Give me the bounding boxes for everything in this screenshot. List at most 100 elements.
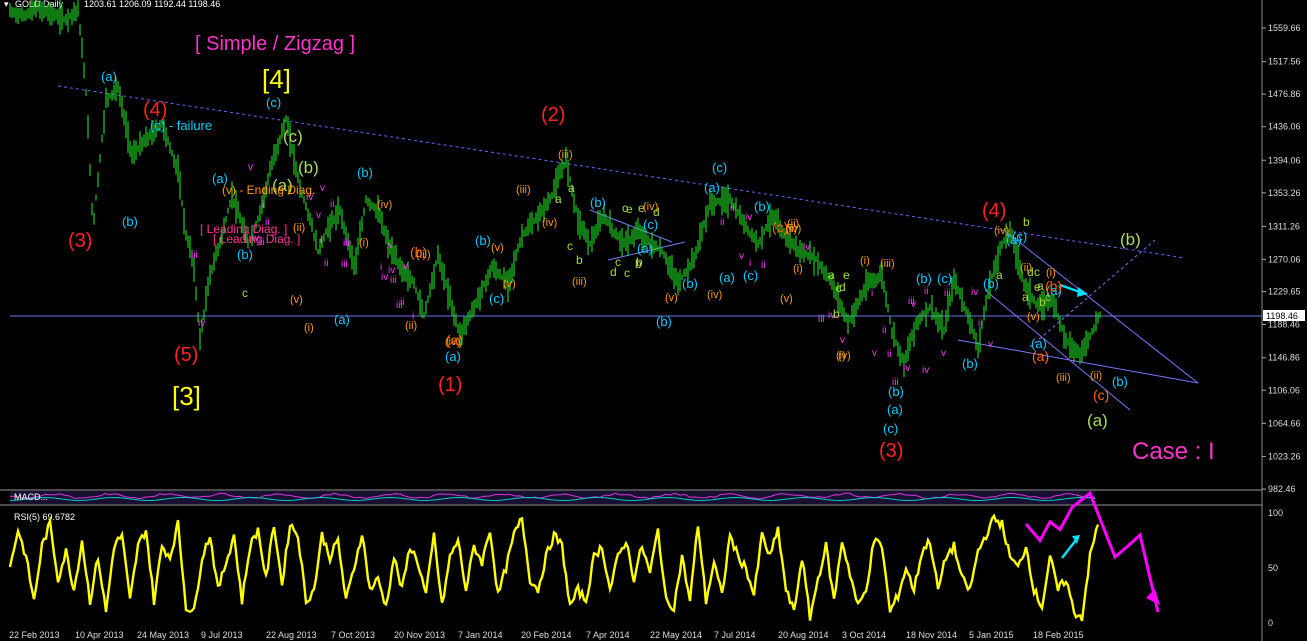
price-tick-label: 1270.06	[1268, 254, 1301, 264]
price-tick-label: 1146.86	[1268, 353, 1300, 363]
wave-label: (iii)	[880, 258, 895, 270]
wave-label: (ii)	[1090, 370, 1102, 382]
wave-label: (a)	[446, 332, 463, 348]
x-tick-label: 20 Nov 2013	[394, 630, 445, 640]
wave-label: (b)	[410, 244, 427, 260]
x-tick-label: 22 May 2014	[650, 630, 702, 640]
wave-label: v	[316, 210, 321, 221]
wave-label: ii	[924, 286, 928, 297]
rsi-tick-label: 100	[1268, 508, 1283, 518]
price-tick-label: 1476.86	[1268, 89, 1301, 99]
wave-label: (b)	[656, 314, 672, 329]
wave-label: (c)	[1012, 229, 1027, 244]
wave-label: e	[626, 202, 633, 216]
wave-label: (iv)	[786, 223, 801, 235]
wave-label: (v)	[1027, 311, 1040, 323]
wave-label: iii	[343, 238, 350, 249]
current-price-tag: 1198.46	[1266, 311, 1298, 321]
wave-label: (i)	[304, 322, 314, 334]
x-tick-label: 7 Jul 2014	[714, 630, 756, 640]
x-tick-label: 3 Oct 2014	[842, 630, 886, 640]
wave-label: b	[833, 307, 840, 321]
wave-label: (c)	[1093, 387, 1109, 403]
wave-label: iv	[971, 287, 978, 298]
wave-label: (1)	[438, 374, 462, 396]
price-axis: 1559.66 1517.56 1476.86 1436.06 1394.06 1353.…	[1262, 23, 1301, 494]
wave-label: (b)	[916, 271, 932, 286]
wave-label: (c)	[743, 268, 758, 283]
wave-label: a	[568, 181, 575, 195]
wave-label: (iii)	[572, 276, 587, 288]
wave-label: iv	[306, 192, 313, 203]
wave-label: a	[996, 268, 1003, 282]
wave-label: iii	[892, 377, 899, 388]
wave-label: (v)	[780, 293, 793, 305]
wave-label: (i)	[860, 255, 870, 267]
wave-label: (c) - failure	[150, 118, 212, 133]
wave-label: (v)	[491, 242, 504, 254]
wave-label: v	[739, 251, 744, 262]
wave-label: a	[1022, 290, 1029, 304]
wave-label: [3]	[172, 381, 201, 411]
wave-label: (3)	[879, 440, 903, 462]
wave-label: (iv)	[377, 199, 392, 211]
wave-label: c	[624, 266, 630, 280]
wave-label: iv	[922, 365, 929, 376]
wave-label: iii	[341, 259, 348, 270]
wave-label: (i)	[793, 263, 803, 275]
wave-label: ii	[330, 199, 334, 210]
chart-stage: MACD... ▾ GOLD,Daily 1203.61 1206.09 119…	[0, 0, 1307, 641]
wave-label: iii	[396, 300, 403, 311]
wave-label: (v)	[665, 292, 678, 304]
wave-label: (a)	[445, 349, 461, 364]
x-tick-label: 7 Oct 2013	[331, 630, 375, 640]
wave-label: (b)	[1112, 374, 1128, 389]
wave-label: i	[412, 311, 414, 322]
wave-label: (c)	[643, 217, 658, 232]
wave-label: (c)	[883, 421, 898, 436]
price-tick-label: 1064.66	[1268, 418, 1301, 428]
wave-label: iii	[390, 275, 397, 286]
price-tick-label: 982.46	[1268, 484, 1296, 494]
header-arrow: ▾	[4, 0, 9, 9]
wave-label: iv	[252, 233, 259, 244]
wave-label: c	[242, 286, 248, 300]
x-tick-label: 7 Jan 2014	[458, 630, 503, 640]
wave-label: (3)	[68, 230, 92, 252]
price-tick-label: 1229.65	[1268, 287, 1301, 297]
wave-label: (b)	[590, 195, 606, 210]
wave-label: (4)	[982, 200, 1006, 222]
wave-label: (iv)	[707, 289, 722, 301]
wave-label: (v) - Ending Diag.	[222, 183, 315, 197]
price-tick-label: 1517.56	[1268, 57, 1301, 67]
wave-label: v	[248, 162, 253, 173]
wave-label: (5)	[174, 344, 198, 366]
wave-label: (b)	[122, 214, 138, 229]
x-tick-label: 7 Apr 2014	[586, 630, 630, 640]
price-tick-label: 1559.66	[1268, 23, 1301, 33]
wave-label: (b)	[962, 356, 978, 371]
wave-label: (v)	[290, 294, 303, 306]
wave-label: (b)	[237, 247, 253, 262]
wave-label: (c)	[937, 271, 952, 286]
wave-label: e	[1034, 280, 1041, 294]
wave-label: (b)	[475, 233, 491, 248]
wave-label: ii	[324, 258, 328, 269]
case-label: Case : I	[1132, 438, 1215, 465]
x-tick-label: 22 Aug 2013	[266, 630, 317, 640]
x-tick-label: 20 Feb 2014	[521, 630, 572, 640]
chart-title: [ Simple / Zigzag ]	[195, 33, 355, 55]
wave-label: c	[567, 239, 573, 253]
wave-label: b	[576, 253, 583, 267]
wave-label: (b)	[1120, 230, 1141, 249]
wave-label: (a)	[704, 180, 720, 195]
wave-label: iii	[191, 250, 198, 261]
wave-label: i	[380, 262, 382, 273]
wave-label: c	[1034, 265, 1040, 279]
wave-label: (iii)	[558, 149, 573, 161]
wave-label: ii	[887, 349, 891, 360]
wave-label: d	[653, 205, 660, 219]
wave-label: (2)	[541, 104, 565, 126]
wave-label: i	[262, 200, 264, 211]
wave-label: (b)	[682, 276, 698, 291]
